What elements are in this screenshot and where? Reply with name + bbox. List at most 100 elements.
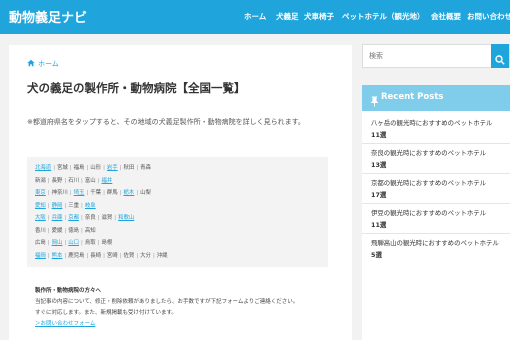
prefecture-row: 新潟 | 長野 | 石川 | 富山 | 福井 — [35, 176, 112, 186]
prefecture-link[interactable]: 埼玉 — [74, 188, 85, 198]
prefecture-row: 北海道 | 宮城 | 福島 | 山形 | 岩手 | 秋田 | 青森 — [35, 163, 151, 173]
divider — [362, 233, 510, 234]
recent-post-title[interactable]: 奈良の観光時におすすめのペットホテル — [371, 147, 509, 159]
page-title: 犬の義足の製作所・動物病院【全国一覧】 — [27, 81, 246, 95]
prefecture-link[interactable]: 東京 — [35, 188, 46, 198]
recent-post-title[interactable]: 伊豆の観光時におすすめのペットホテル — [371, 207, 509, 219]
recent-post-title[interactable]: 八ヶ岳の観光時におすすめのペットホテル — [371, 117, 509, 129]
article-card: ホーム 犬の義足の製作所・動物病院【全国一覧】 ※都道府県名をタップすると、その… — [9, 45, 352, 340]
search-icon — [495, 50, 505, 69]
prefecture-link[interactable]: 北海道 — [35, 163, 51, 173]
prefecture-link[interactable]: 岡山 — [52, 238, 63, 248]
contact-form-link[interactable]: ＞お問い合わせフォーム — [35, 319, 335, 330]
nav-item-dog-prosthesis[interactable]: 犬義足 — [276, 11, 299, 22]
recent-post-count[interactable]: 17選 — [371, 189, 509, 201]
search-button[interactable] — [491, 44, 509, 68]
prefecture-label: 千葉 — [90, 190, 102, 196]
nav-item-contact[interactable]: お問い合わせ — [467, 11, 510, 22]
prefecture-link[interactable]: 福井 — [102, 176, 113, 186]
prefecture-label: 秋田 — [123, 165, 135, 171]
prefecture-label: 石川 — [68, 177, 80, 184]
recent-posts-header: Recent Posts — [362, 85, 510, 111]
prefecture-label: 佐賀 — [123, 252, 135, 259]
prefecture-link[interactable]: 栃木 — [124, 188, 135, 198]
recent-post-item[interactable]: 飛騨高山の観光時におすすめのペットホテル 5選 — [371, 237, 509, 261]
prefecture-link[interactable]: 岩手 — [107, 163, 118, 173]
prefecture-row: 東京 | 神奈川 | 埼玉 | 千葉 | 群馬 | 栃木 | 山梨 — [35, 188, 151, 198]
prefecture-link[interactable]: 大阪 — [35, 213, 46, 223]
breadcrumb-home[interactable]: ホーム — [38, 60, 59, 68]
prefecture-label: 新潟 — [35, 177, 46, 184]
prefecture-row: 大阪 | 兵庫 | 京都 | 奈良 | 滋賀 | 和歌山 — [35, 213, 134, 223]
prefecture-label: 大分 — [140, 252, 151, 259]
recent-post-item[interactable]: 八ヶ岳の観光時におすすめのペットホテル 11選 — [371, 117, 509, 141]
prefecture-label: 長崎 — [90, 252, 102, 259]
prefecture-label: 沖縄 — [156, 252, 168, 259]
prefecture-link[interactable]: 和歌山 — [118, 213, 134, 223]
prefecture-link[interactable]: 福岡 — [35, 251, 46, 261]
prefecture-row: 福岡 | 熊本 | 鹿児島 | 長崎 | 宮崎 | 佐賀 | 大分 | 沖縄 — [35, 251, 168, 261]
prefecture-row: 広島 | 岡山 | 山口 | 鳥取 | 島根 — [35, 238, 112, 248]
prefecture-row: 愛知 | 静岡 | 三重 | 岐阜 — [35, 201, 96, 211]
pin-icon — [370, 92, 379, 111]
prefecture-label: 香川 — [35, 227, 46, 234]
prefecture-label: 奈良 — [84, 215, 96, 221]
notice-body-2: すぐに対応します。また、新規掲載も受け付けています。 — [35, 310, 177, 316]
recent-post-item[interactable]: 奈良の観光時におすすめのペットホテル 13選 — [371, 147, 509, 171]
prefecture-link[interactable]: 静岡 — [52, 201, 63, 211]
breadcrumb[interactable]: ホーム — [27, 59, 59, 69]
prefecture-label: 島根 — [101, 240, 113, 246]
recent-post-count[interactable]: 11選 — [371, 219, 509, 231]
notice-title: 製作所・動物病院の方々へ — [35, 288, 102, 294]
recent-posts-title: Recent Posts — [381, 92, 444, 102]
main-nav: ホーム 犬義足 犬車椅子 ペットホテル（観光地） 会社概要 お問い合わせ — [0, 11, 510, 25]
prefecture-label: 三重 — [68, 202, 80, 209]
notice-box: 製作所・動物病院の方々へ 当記事の内容について、修正・削除依頼がありましたら、お… — [35, 286, 335, 330]
prefecture-label: 滋賀 — [101, 215, 113, 221]
recent-posts-widget: Recent Posts 八ヶ岳の観光時におすすめのペットホテル 11選 奈良の… — [362, 85, 510, 340]
nav-item-dog-wheelchair[interactable]: 犬車椅子 — [304, 11, 334, 22]
prefecture-label: 広島 — [35, 240, 46, 246]
divider — [362, 143, 510, 144]
prefecture-label: 青森 — [140, 165, 151, 171]
nav-item-home[interactable]: ホーム — [244, 11, 266, 22]
prefecture-link[interactable]: 熊本 — [52, 251, 63, 261]
recent-post-count[interactable]: 5選 — [371, 249, 509, 261]
divider — [362, 203, 510, 204]
recent-post-title[interactable]: 飛騨高山の観光時におすすめのペットホテル — [371, 237, 509, 249]
prefecture-label: 宮崎 — [106, 252, 118, 259]
recent-post-item[interactable]: 京都の観光時におすすめのペットホテル 17選 — [371, 177, 509, 201]
search-input[interactable] — [363, 45, 491, 67]
prefecture-label: 愛媛 — [51, 227, 63, 234]
home-icon — [27, 59, 35, 69]
prefecture-label: 福島 — [73, 165, 85, 171]
recent-post-count[interactable]: 11選 — [371, 129, 509, 141]
prefecture-label: 山形 — [90, 165, 102, 171]
prefecture-link[interactable]: 愛知 — [35, 201, 46, 211]
prefecture-link[interactable]: 岐阜 — [85, 201, 96, 211]
notice-body: 当記事の内容について、修正・削除依頼がありましたら、お手数ですが下記フォームより… — [35, 299, 299, 305]
recent-post-item[interactable]: 伊豆の観光時におすすめのペットホテル 11選 — [371, 207, 509, 231]
prefecture-label: 高知 — [84, 227, 96, 234]
divider — [362, 173, 510, 174]
intro-text: ※都道府県名をタップすると、その地域の犬義足製作所・動物病院を詳しく見られます。 — [27, 118, 305, 126]
prefecture-label: 宮城 — [57, 165, 68, 171]
recent-post-title[interactable]: 京都の観光時におすすめのペットホテル — [371, 177, 509, 189]
prefecture-label: 山梨 — [140, 190, 151, 196]
prefecture-label: 鳥取 — [84, 240, 96, 246]
prefecture-link[interactable]: 山口 — [68, 238, 79, 248]
prefecture-link[interactable]: 京都 — [68, 213, 79, 223]
recent-post-count[interactable]: 13選 — [371, 159, 509, 171]
prefecture-label: 徳島 — [68, 227, 80, 234]
prefecture-label: 群馬 — [106, 190, 118, 196]
prefecture-label: 長野 — [51, 177, 63, 184]
prefecture-list: 北海道 | 宮城 | 福島 | 山形 | 岩手 | 秋田 | 青森 新潟 | 長野 | 石川 | 富山 | 福井東京 | 神奈… — [27, 157, 328, 267]
site-header: 動物義足ナビ ホーム 犬義足 犬車椅子 ペットホテル（観光地） 会社概要 お問い… — [0, 0, 510, 34]
nav-item-pet-hotel[interactable]: ペットホテル（観光地） — [342, 11, 425, 22]
prefecture-link[interactable]: 兵庫 — [52, 213, 63, 223]
prefecture-row: 香川 | 愛媛 | 徳島 | 高知 — [35, 226, 96, 236]
prefecture-label: 鹿児島 — [68, 252, 85, 259]
prefecture-label: 富山 — [84, 177, 96, 184]
prefecture-label: 神奈川 — [51, 190, 68, 196]
nav-item-company[interactable]: 会社概要 — [431, 11, 461, 22]
